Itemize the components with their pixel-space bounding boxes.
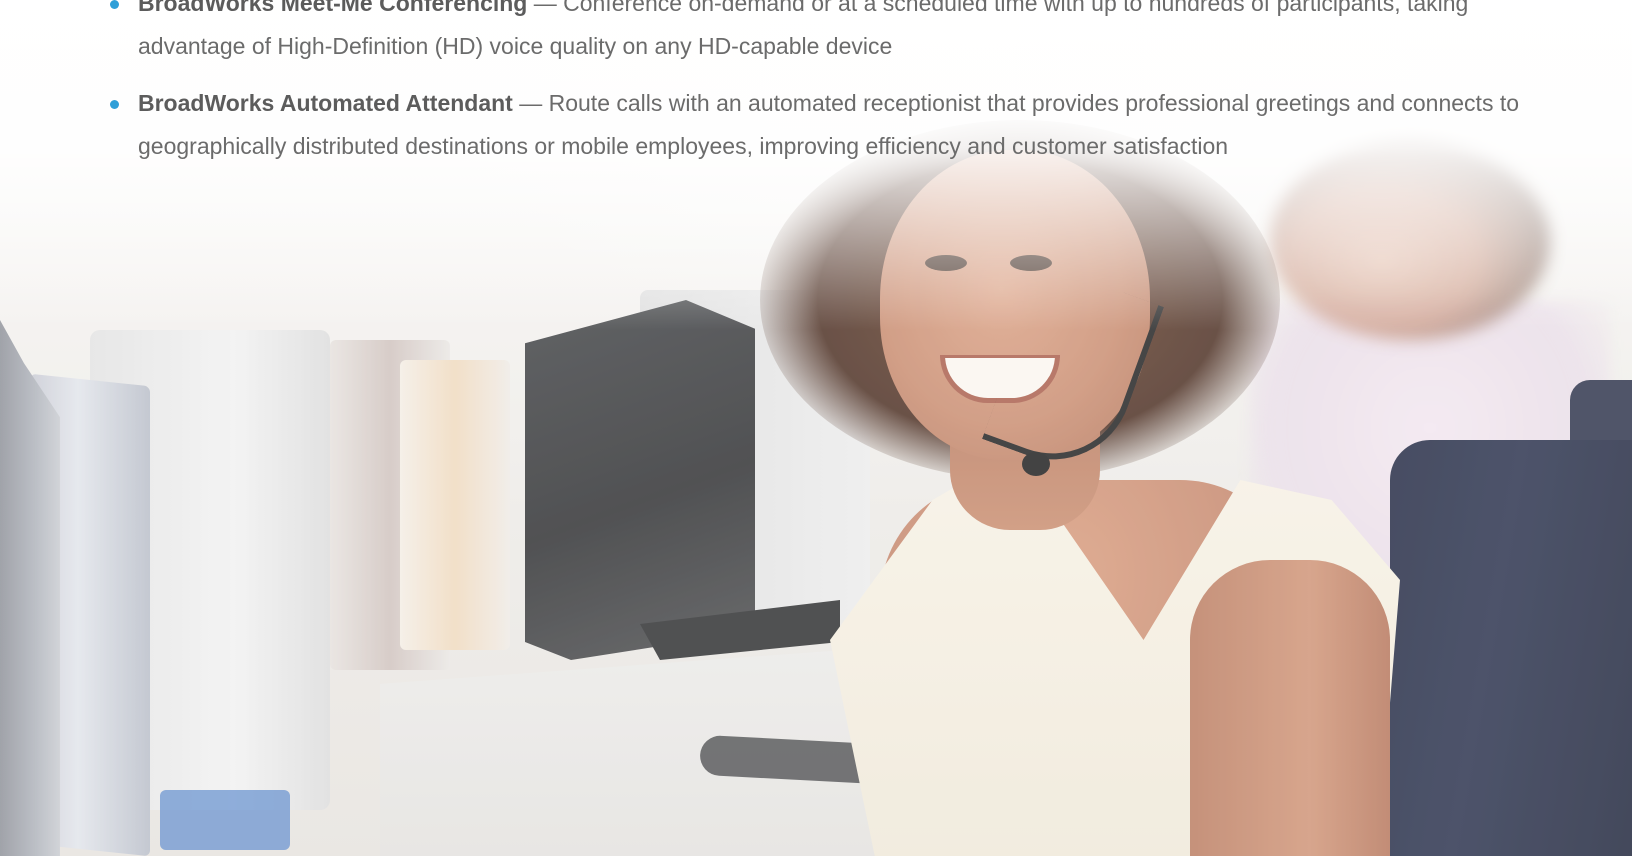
bullet-dot-icon [110,100,119,109]
bullet-dot-icon [110,0,119,9]
feature-separator: — [527,0,564,16]
list-item: BroadWorks Meet-Me Conferencing — Confer… [110,0,1530,68]
feature-separator: — [512,90,549,116]
feature-title: BroadWorks Automated Attendant [138,90,513,116]
list-item: BroadWorks Automated Attendant — Route c… [110,82,1530,168]
feature-list-section: BroadWorks Meet-Me Conferencing — Confer… [110,0,1530,182]
feature-list: BroadWorks Meet-Me Conferencing — Confer… [110,0,1530,168]
feature-title: BroadWorks Meet-Me Conferencing [138,0,528,16]
